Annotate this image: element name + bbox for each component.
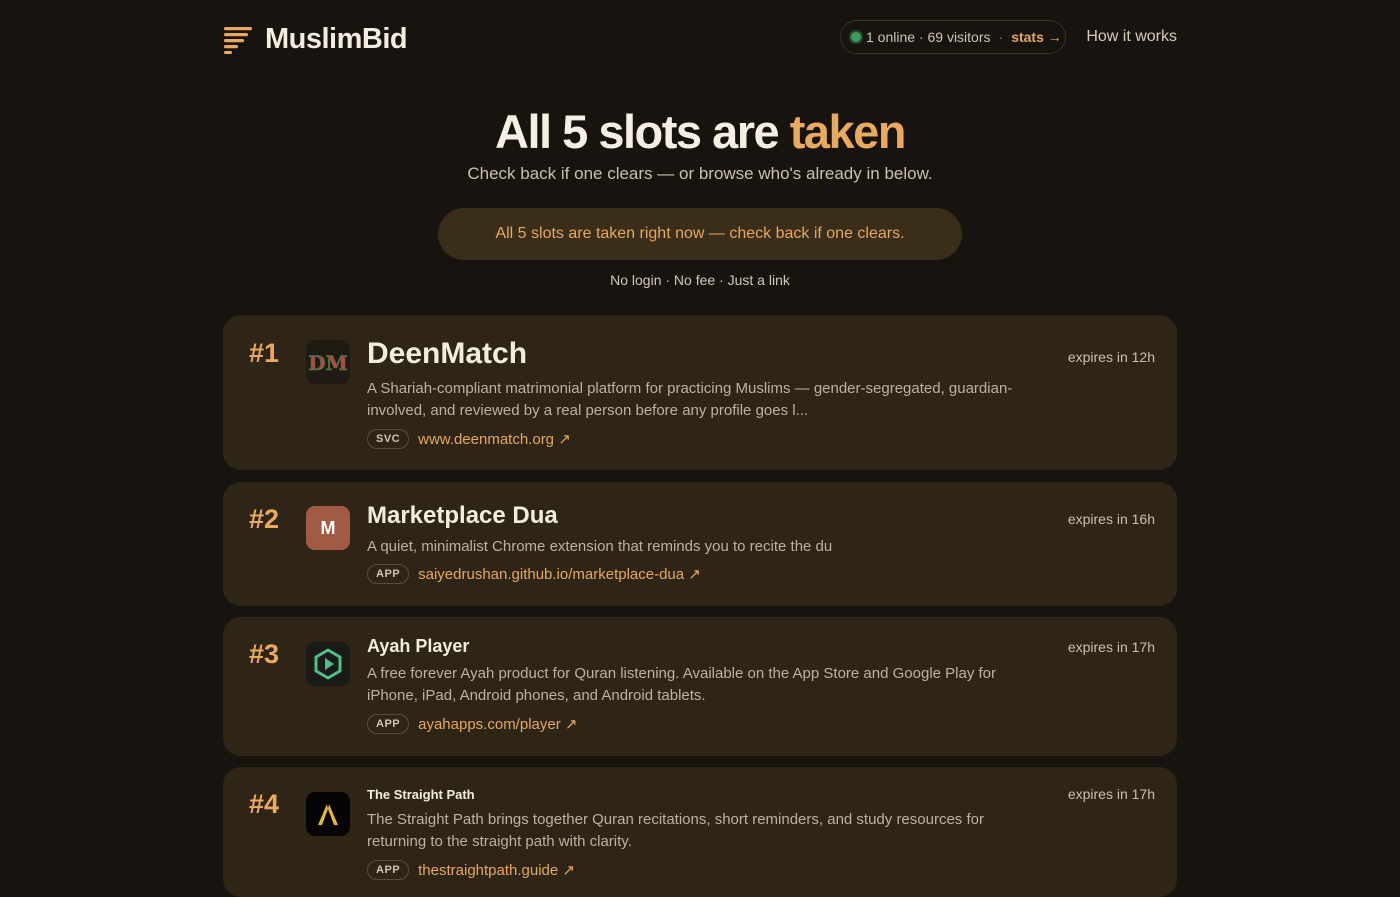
path-logo-icon — [306, 792, 350, 836]
listing-rank: #3 — [249, 639, 280, 669]
marketplace-dua-logo-icon: M — [306, 506, 350, 550]
listing-card-1[interactable]: #1 DM DeenMatch A Shariah-compliant matr… — [223, 315, 1177, 470]
listing-meta: SVC www.deenmatch.org ↗ — [367, 429, 571, 449]
listing-link[interactable]: saiyedrushan.github.io/marketplace-dua ↗ — [418, 565, 701, 583]
page-title-main: All 5 slots are — [495, 105, 790, 158]
listing-expiry: expires in 17h — [1067, 639, 1155, 655]
listing-meta: APP thestraightpath.guide ↗ — [367, 860, 575, 880]
listing-meta: APP saiyedrushan.github.io/marketplace-d… — [367, 564, 701, 584]
stats-link[interactable]: stats → — [1011, 29, 1062, 45]
listing-rank: #2 — [249, 504, 280, 534]
marketplace-dua-logo-text: M — [320, 517, 336, 538]
listing-card-3[interactable]: #3 Ayah Player A free forever Ayah produ… — [223, 617, 1177, 756]
listing-rank: #1 — [249, 338, 280, 368]
listing-title[interactable]: DeenMatch — [367, 337, 527, 371]
listing-title[interactable]: The Straight Path — [367, 787, 475, 802]
menu-lines-icon — [224, 26, 252, 54]
listing-card-2[interactable]: #2 M Marketplace Dua A quiet, minimalist… — [223, 482, 1177, 606]
stats-pill: 1 online · 69 visitors · stats → — [840, 20, 1066, 54]
online-visitors-count: 1 online · 69 visitors — [866, 29, 991, 45]
listing-type-badge: APP — [367, 860, 410, 880]
features-note: No login · No fee · Just a link — [610, 272, 790, 288]
listing-description: A free forever Ayah product for Quran li… — [367, 665, 997, 704]
listing-type-badge: APP — [367, 714, 410, 734]
page-title-accent: taken — [789, 105, 907, 158]
slots-full-banner: All 5 slots are taken right now — check … — [438, 208, 962, 260]
page-subtitle: Check back if one clears — or browse who… — [467, 164, 933, 183]
listing-link[interactable]: www.deenmatch.org ↗ — [418, 430, 571, 448]
listing-expiry: expires in 16h — [1067, 511, 1155, 527]
how-it-works-link[interactable]: How it works — [1086, 28, 1177, 46]
listing-link[interactable]: thestraightpath.guide ↗ — [418, 861, 575, 879]
listing-meta: APP ayahapps.com/player ↗ — [367, 714, 577, 734]
listing-link[interactable]: ayahapps.com/player ↗ — [418, 715, 577, 733]
listing-title[interactable]: Ayah Player — [367, 636, 469, 657]
listing-type-badge: APP — [367, 564, 410, 584]
brand-logo[interactable]: MuslimBid — [224, 23, 408, 56]
brand-name: MuslimBid — [265, 23, 408, 55]
page-title: All 5 slots are taken — [0, 104, 1400, 159]
play-button-icon — [306, 642, 350, 686]
listing-description: A quiet, minimalist Chrome extension tha… — [367, 538, 833, 555]
listing-title[interactable]: Marketplace Dua — [367, 502, 558, 530]
listing-expiry: expires in 17h — [1067, 786, 1155, 802]
listing-type-badge: SVC — [367, 429, 410, 449]
deenmatch-logo-icon: DM — [306, 340, 350, 384]
online-status-icon — [851, 32, 861, 42]
deenmatch-logo-text: DM — [308, 351, 347, 375]
listing-description: A Shariah-compliant matrimonial platform… — [367, 380, 1013, 419]
header: MuslimBid 1 online · 69 visitors · stats… — [224, 18, 1177, 58]
listing-rank: #4 — [249, 789, 280, 819]
listing-card-4[interactable]: #4 The Straight Path The Straight Path b… — [223, 767, 1177, 897]
listing-description: The Straight Path brings together Quran … — [367, 811, 984, 850]
listing-expiry: expires in 12h — [1067, 349, 1155, 365]
stats-separator: · — [998, 29, 1004, 45]
